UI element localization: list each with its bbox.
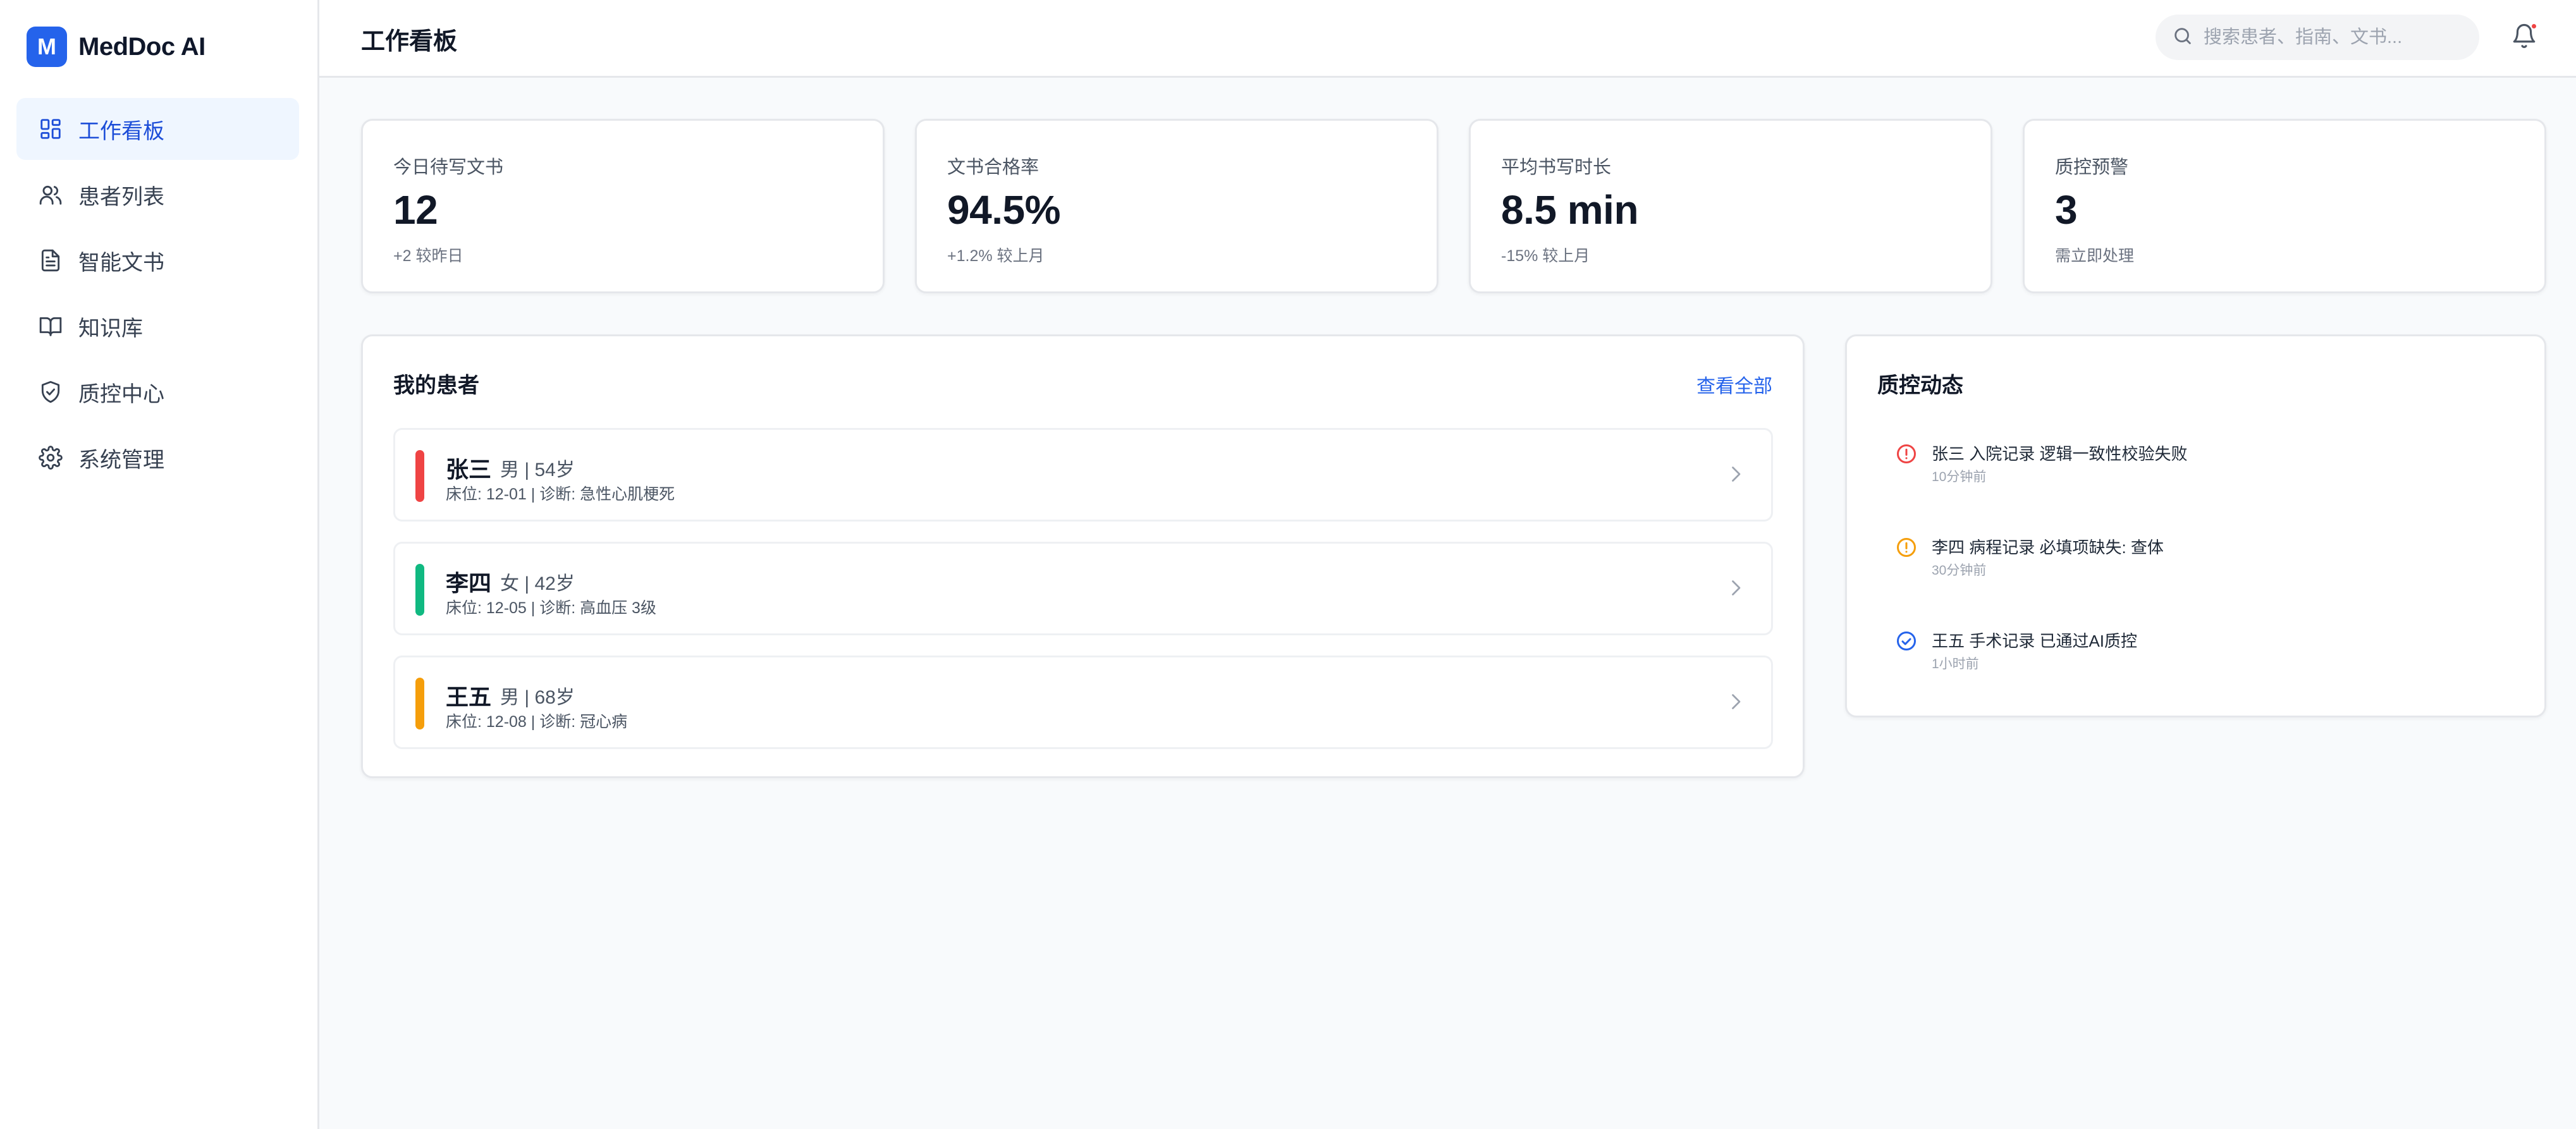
shield-check-icon <box>38 379 63 405</box>
sidebar-item-label: 工作看板 <box>78 119 164 143</box>
qc-event-text: 王五 手术记录 已通过AI质控 <box>1932 632 2138 650</box>
sidebar-item-quality[interactable]: 质控中心 <box>16 361 299 423</box>
page-title: 工作看板 <box>361 28 458 55</box>
chevron-right-icon <box>1724 690 1747 713</box>
patient-detail: 床位: 12-05 | 诊断: 高血压 3级 <box>446 599 656 617</box>
search-box[interactable] <box>2156 15 2479 60</box>
notifications-button[interactable] <box>2511 23 2539 51</box>
patient-status-bar <box>415 450 424 502</box>
stat-value: 94.5% <box>947 187 1060 233</box>
qc-event-time: 30分钟前 <box>1932 563 1987 578</box>
stat-card-pending-docs: 今日待写文书 12 +2 较昨日 <box>361 119 885 293</box>
patient-meta: 男 | 68岁 <box>500 687 575 708</box>
my-patients-panel: 我的患者 查看全部 张三 男 | 54岁 床位: 12-01 | 诊断: 急性心… <box>361 334 1805 778</box>
stat-change: -15% 较上月 <box>1501 247 1590 265</box>
sidebar-item-settings[interactable]: 系统管理 <box>16 427 299 489</box>
chevron-right-icon <box>1724 577 1747 599</box>
patient-card[interactable]: 张三 男 | 54岁 床位: 12-01 | 诊断: 急性心肌梗死 <box>393 428 1773 522</box>
stat-change: 需立即处理 <box>2055 247 2135 265</box>
qc-event-text: 李四 病程记录 必填项缺失: 查体 <box>1932 538 2164 557</box>
notification-dot <box>2530 23 2537 30</box>
sidebar-nav: 工作看板 患者列表 智能文书 知识库 质控中心 系统管理 <box>16 98 299 492</box>
document-icon <box>38 248 63 273</box>
sidebar-item-label: 智能文书 <box>78 250 164 275</box>
patient-detail: 床位: 12-01 | 诊断: 急性心肌梗死 <box>446 485 675 503</box>
patient-status-bar <box>415 678 424 729</box>
stat-card-avg-time: 平均书写时长 8.5 min -15% 较上月 <box>1469 119 1992 293</box>
view-all-link[interactable]: 查看全部 <box>1696 370 1772 398</box>
gear-icon <box>38 445 63 470</box>
qc-event-text: 张三 入院记录 逻辑一致性校验失败 <box>1932 444 2188 463</box>
sidebar-item-patients[interactable]: 患者列表 <box>16 164 299 226</box>
dashboard-icon <box>38 116 63 142</box>
chevron-right-icon <box>1724 463 1747 485</box>
stat-label: 质控预警 <box>2055 157 2129 178</box>
qc-event-time: 1小时前 <box>1932 657 1979 671</box>
patient-name: 李四 <box>446 570 492 596</box>
patient-card[interactable]: 李四 女 | 42岁 床位: 12-05 | 诊断: 高血压 3级 <box>393 542 1773 635</box>
qc-event-time: 10分钟前 <box>1932 470 1987 484</box>
warning-circle-icon <box>1895 536 1918 559</box>
patient-status-bar <box>415 564 424 616</box>
book-icon <box>38 314 63 339</box>
alert-circle-icon <box>1895 442 1918 465</box>
check-circle-icon <box>1895 630 1918 652</box>
bell-icon <box>2511 24 2537 52</box>
stat-change: +2 较昨日 <box>393 247 463 265</box>
users-icon <box>38 182 63 207</box>
patient-card[interactable]: 王五 男 | 68岁 床位: 12-08 | 诊断: 冠心病 <box>393 656 1773 749</box>
sidebar-item-documents[interactable]: 智能文书 <box>16 229 299 291</box>
search-icon <box>2172 25 2193 50</box>
patient-name: 张三 <box>446 456 492 482</box>
stat-value: 3 <box>2055 187 2078 233</box>
stat-card-pass-rate: 文书合格率 94.5% +1.2% 较上月 <box>915 119 1438 293</box>
brand-name: MedDoc AI <box>78 32 205 61</box>
patient-name: 王五 <box>446 684 492 710</box>
search-input[interactable] <box>2204 27 2456 48</box>
sidebar-item-dashboard[interactable]: 工作看板 <box>16 98 299 160</box>
brand-logo: M <box>27 27 67 67</box>
stat-change: +1.2% 较上月 <box>947 247 1045 265</box>
patient-detail: 床位: 12-08 | 诊断: 冠心病 <box>446 713 628 731</box>
qc-activity-panel: 质控动态 张三 入院记录 逻辑一致性校验失败 10分钟前 李四 病程记录 必填项… <box>1845 334 2546 717</box>
patient-meta: 女 | 42岁 <box>500 573 575 594</box>
sidebar-item-label: 知识库 <box>78 316 143 341</box>
stat-value: 8.5 min <box>1501 187 1639 233</box>
sidebar: M MedDoc AI 工作看板 患者列表 智能文书 知识库 质控中心 系统管理 <box>0 0 319 1129</box>
patient-meta: 男 | 54岁 <box>500 460 575 480</box>
stat-label: 文书合格率 <box>947 157 1040 178</box>
sidebar-item-label: 质控中心 <box>78 382 164 406</box>
stat-value: 12 <box>393 187 438 233</box>
stat-label: 今日待写文书 <box>393 157 504 178</box>
panel-title: 质控动态 <box>1877 374 1963 398</box>
sidebar-item-label: 系统管理 <box>78 448 164 472</box>
stat-label: 平均书写时长 <box>1501 157 1612 178</box>
sidebar-item-knowledge[interactable]: 知识库 <box>16 295 299 357</box>
panel-title: 我的患者 <box>393 374 479 398</box>
brand[interactable]: M MedDoc AI <box>27 27 205 67</box>
stat-card-qc-alerts: 质控预警 3 需立即处理 <box>2023 119 2546 293</box>
sidebar-item-label: 患者列表 <box>78 185 164 209</box>
top-header: 工作看板 <box>319 0 2576 78</box>
